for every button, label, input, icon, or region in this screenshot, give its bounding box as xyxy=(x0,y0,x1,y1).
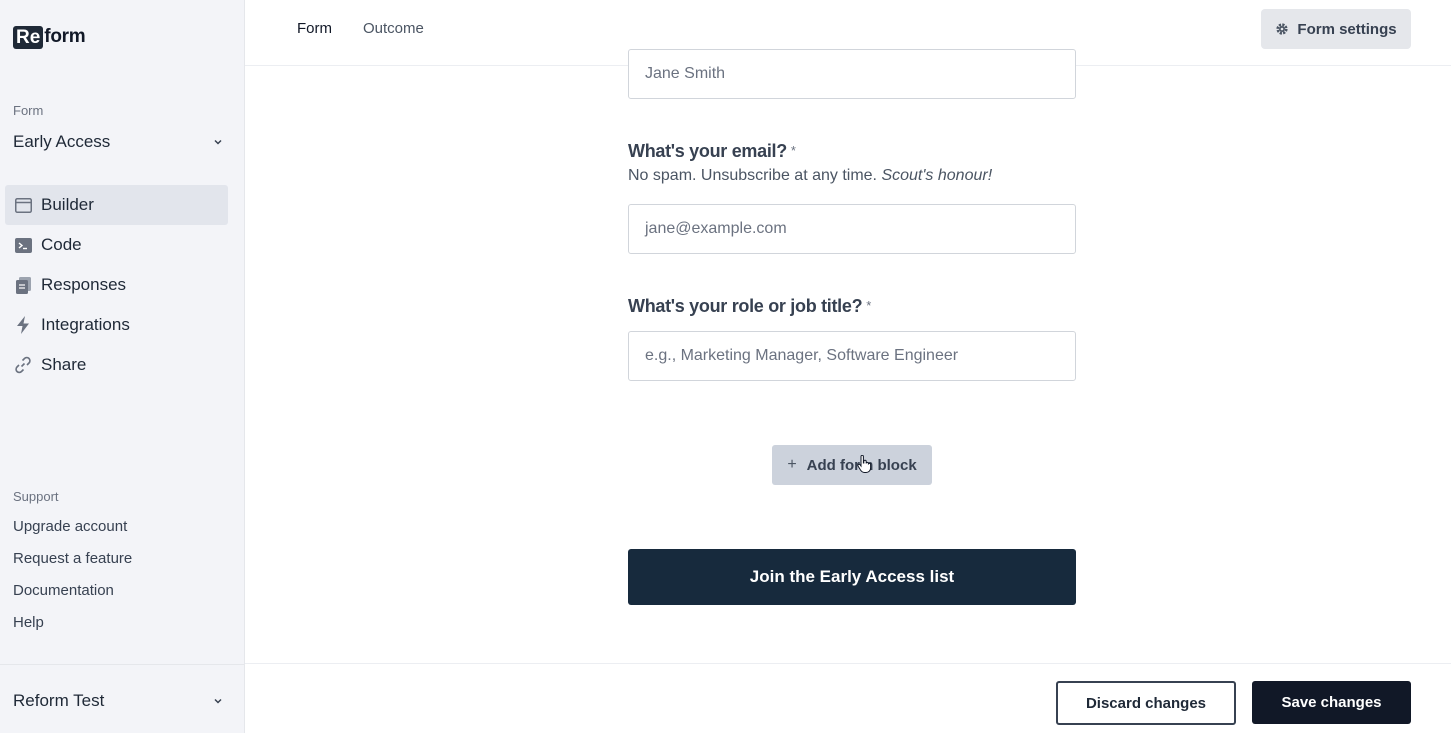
form-settings-button[interactable]: Form settings xyxy=(1261,9,1411,49)
sidebar-item-share[interactable]: Share xyxy=(5,345,228,385)
sidebar-item-code[interactable]: Code xyxy=(5,225,228,265)
lightning-icon xyxy=(14,316,32,334)
upgrade-account-link[interactable]: Upgrade account xyxy=(13,511,132,543)
sidebar: Re form Form Early Access Builder Code Re… xyxy=(0,0,245,733)
sidebar-item-label: Responses xyxy=(41,275,127,294)
sidebar-item-label: Integrations xyxy=(41,315,130,334)
save-changes-label: Save changes xyxy=(1281,694,1382,711)
email-help-main: No spam. Unsubscribe at any time. xyxy=(628,167,877,184)
sidebar-item-label: Code xyxy=(41,235,82,254)
form-section-label: Form xyxy=(13,103,44,118)
name-input[interactable]: Jane Smith xyxy=(628,49,1076,99)
logo[interactable]: Re form xyxy=(13,25,86,49)
clipboard-icon xyxy=(14,276,32,294)
sidebar-item-builder[interactable]: Builder xyxy=(5,185,228,225)
help-link[interactable]: Help xyxy=(13,607,132,639)
role-input-placeholder: e.g., Marketing Manager, Software Engine… xyxy=(645,347,959,364)
sidebar-nav: Builder Code Responses Integrations Shar… xyxy=(5,185,228,385)
tab-outcome[interactable]: Outcome xyxy=(363,20,424,37)
discard-changes-button[interactable]: Discard changes xyxy=(1056,681,1236,725)
role-question-label: What's your role or job title? * xyxy=(628,296,871,317)
logo-mark: Re xyxy=(13,25,44,49)
sidebar-item-label: Share xyxy=(41,355,87,374)
add-form-block-button[interactable]: + Add form block xyxy=(772,445,932,485)
sidebar-item-integrations[interactable]: Integrations xyxy=(5,305,228,345)
logo-text: form xyxy=(44,26,86,47)
form-selector[interactable]: Early Access xyxy=(13,130,223,154)
action-footer: Discard changes Save changes xyxy=(245,663,1451,733)
workspace-selector[interactable]: Reform Test xyxy=(13,691,223,711)
role-question-text: What's your role or job title? xyxy=(628,296,863,316)
browser-window-icon xyxy=(14,196,32,214)
support-section-label: Support xyxy=(13,489,59,504)
plus-icon: + xyxy=(787,456,797,473)
terminal-icon xyxy=(14,236,32,254)
form-settings-label: Form settings xyxy=(1297,20,1397,38)
email-input[interactable]: jane@example.com xyxy=(628,204,1076,254)
submit-label: Join the Early Access list xyxy=(749,567,955,586)
discard-changes-label: Discard changes xyxy=(1085,694,1207,712)
chevron-down-icon xyxy=(214,139,222,145)
email-question-label: What's your email? * xyxy=(628,141,796,162)
tab-form[interactable]: Form xyxy=(297,20,332,37)
email-question-text: What's your email? xyxy=(628,141,787,161)
save-changes-button[interactable]: Save changes xyxy=(1252,681,1411,724)
name-input-placeholder: Jane Smith xyxy=(645,65,726,82)
required-mark: * xyxy=(866,298,872,313)
link-icon xyxy=(14,356,32,374)
workspace-name: Reform Test xyxy=(13,691,105,710)
sidebar-item-responses[interactable]: Responses xyxy=(5,265,228,305)
hand-cursor-icon xyxy=(857,455,871,473)
documentation-link[interactable]: Documentation xyxy=(13,575,132,607)
support-links: Upgrade account Request a feature Docume… xyxy=(13,511,132,639)
request-feature-link[interactable]: Request a feature xyxy=(13,543,132,575)
workspace-footer: Reform Test xyxy=(0,664,245,733)
role-input[interactable]: e.g., Marketing Manager, Software Engine… xyxy=(628,331,1076,381)
submit-button[interactable]: Join the Early Access list xyxy=(628,549,1076,605)
required-mark: * xyxy=(790,143,796,158)
chevron-down-icon xyxy=(214,698,222,704)
sidebar-item-label: Builder xyxy=(41,195,94,214)
form-selector-value: Early Access xyxy=(13,132,111,151)
email-help-emphasis: Scout's honour! xyxy=(881,167,993,184)
gear-icon xyxy=(1275,22,1289,36)
email-help-text: No spam. Unsubscribe at any time. Scout'… xyxy=(628,167,992,185)
email-input-placeholder: jane@example.com xyxy=(645,220,787,237)
